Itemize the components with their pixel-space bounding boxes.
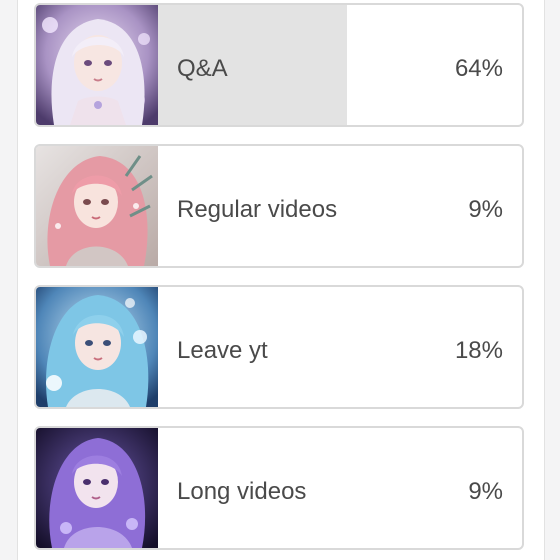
- anime-girl-pink-hair-avatar: [36, 146, 158, 266]
- option-thumbnail: [36, 287, 158, 407]
- option-thumbnail: [36, 5, 158, 125]
- option-percent: 18%: [454, 337, 503, 364]
- option-label: Q&A: [177, 55, 228, 82]
- poll-option-regular-videos[interactable]: Regular videos 9%: [34, 144, 524, 268]
- option-thumbnail: [36, 146, 158, 266]
- option-label: Leave yt: [177, 337, 268, 364]
- option-percent: 9%: [468, 196, 503, 223]
- anime-girl-blue-hair-avatar: [36, 287, 158, 407]
- option-percent: 64%: [454, 55, 503, 82]
- option-thumbnail: [36, 428, 158, 548]
- option-label: Regular videos: [177, 196, 338, 223]
- anime-girl-purple-hair-avatar: [36, 428, 158, 548]
- poll-option-qa[interactable]: Q&A 64%: [34, 3, 524, 127]
- anime-girl-silver-hair-avatar: [36, 5, 158, 125]
- option-label: Long videos: [177, 478, 307, 505]
- option-percent: 9%: [468, 478, 503, 505]
- poll-option-long-videos[interactable]: Long videos 9%: [34, 426, 524, 550]
- poll-option-leave-yt[interactable]: Leave yt 18%: [34, 285, 524, 409]
